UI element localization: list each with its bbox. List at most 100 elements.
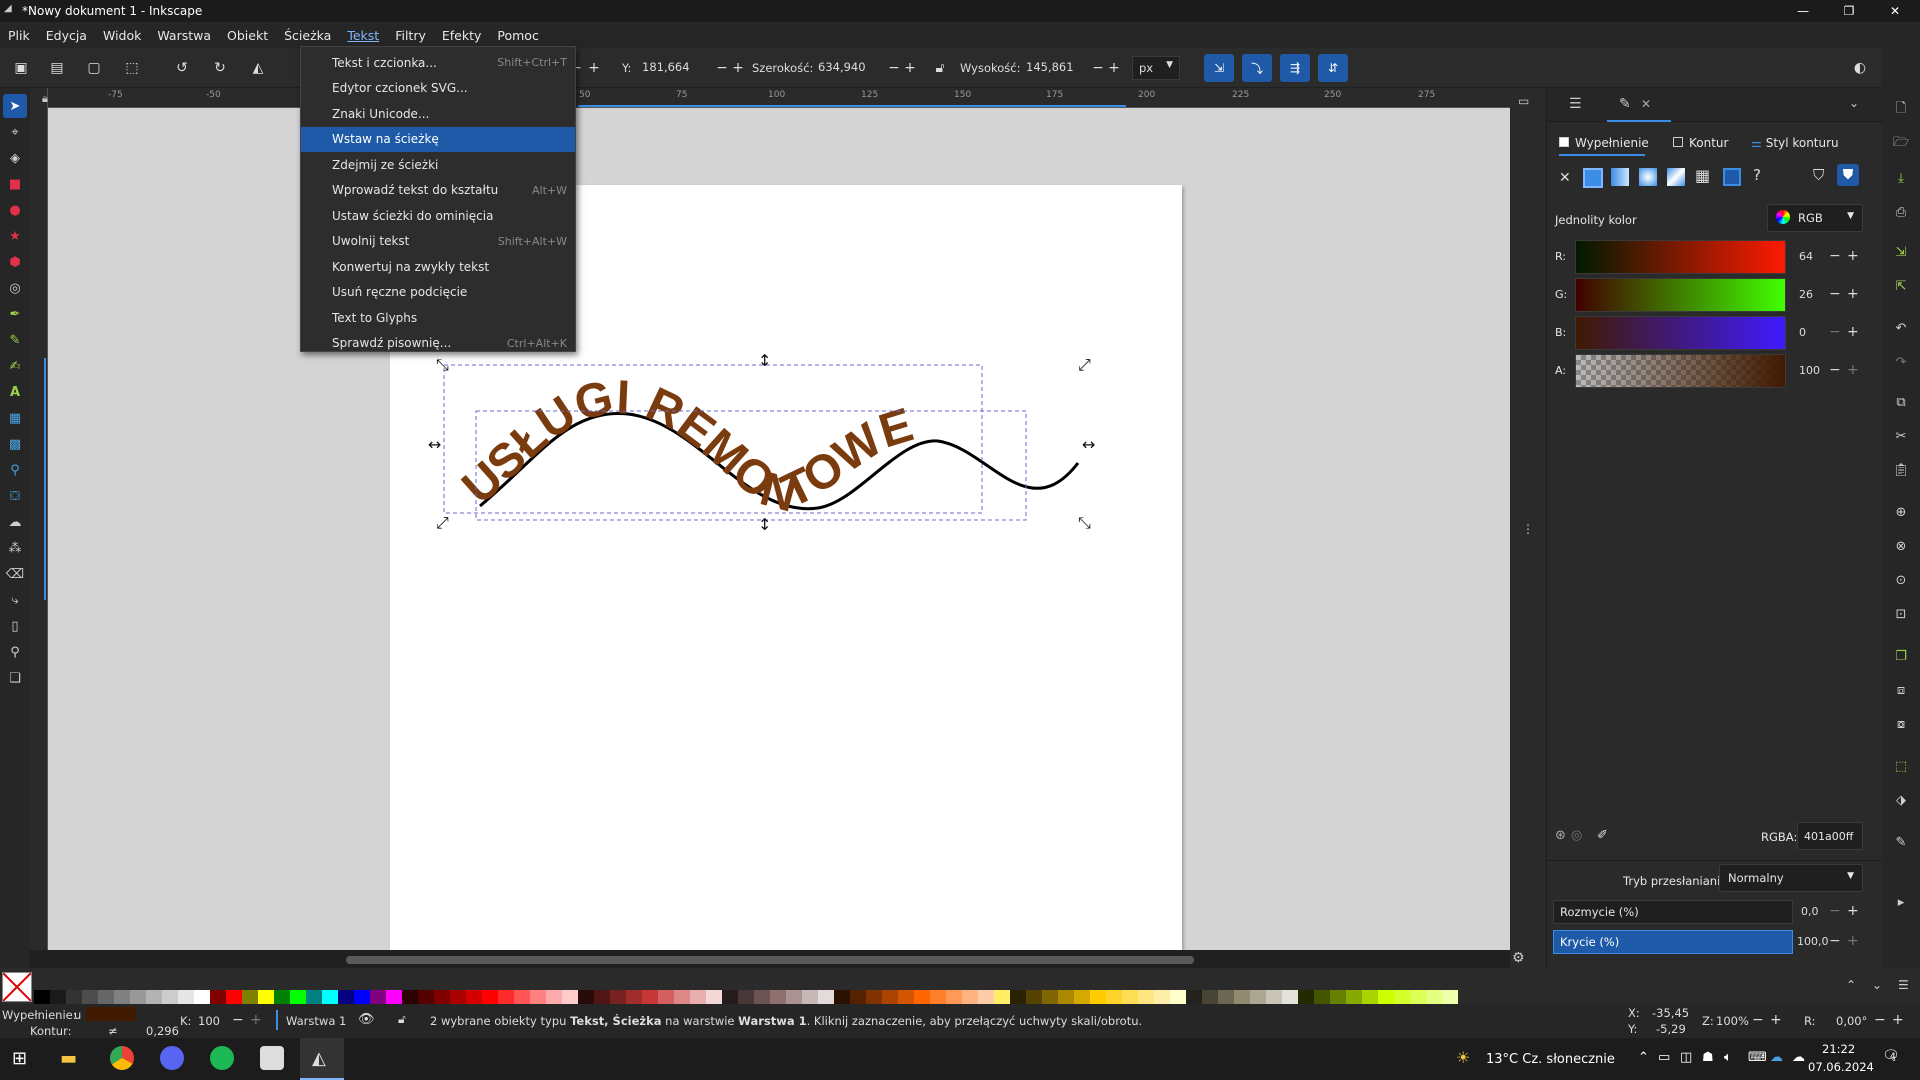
rotate-ccw-icon[interactable]: ↺ xyxy=(170,56,194,80)
lock-ratio-icon[interactable]: 🔓︎ xyxy=(928,56,952,80)
color-swatch[interactable] xyxy=(114,990,130,1004)
fill-rule-evenodd-icon[interactable]: ⛉ xyxy=(1813,166,1824,184)
current-layer[interactable]: Warstwa 1 xyxy=(286,1014,346,1028)
start-icon[interactable]: ⊞ xyxy=(12,1048,27,1069)
y-increment-button[interactable]: + xyxy=(726,56,750,80)
color-swatch[interactable] xyxy=(898,990,914,1004)
color-swatch[interactable] xyxy=(866,990,882,1004)
close-tab-icon[interactable]: ✕ xyxy=(1641,97,1651,111)
deselect-icon[interactable]: ▢ xyxy=(82,56,106,80)
color-swatch[interactable] xyxy=(1346,990,1362,1004)
color-swatch[interactable] xyxy=(994,990,1010,1004)
app-icon[interactable] xyxy=(260,1046,284,1070)
g-slider[interactable] xyxy=(1575,278,1786,312)
menu-efekty[interactable]: Efekty xyxy=(434,28,490,43)
menu-item-text-and-font[interactable]: Tekst i czcionka... Shift+Ctrl+T xyxy=(301,50,575,76)
group-icon[interactable]: ⬚ xyxy=(1889,754,1913,778)
language-icon[interactable]: ⌨ xyxy=(1748,1050,1767,1065)
open-document-icon[interactable]: 🗁︎ xyxy=(1889,132,1913,156)
rgba-field[interactable]: 401a00ff xyxy=(1797,822,1863,850)
dock-handle-icon[interactable]: ⋮ xyxy=(1522,522,1534,536)
out-of-gamut-icon[interactable]: ◎ xyxy=(1571,828,1582,843)
scale-stroke-icon[interactable]: ⇲ xyxy=(1204,54,1234,82)
menu-pomoc[interactable]: Pomoc xyxy=(489,28,546,43)
layer-visibility-icon[interactable]: 👁︎ xyxy=(358,1012,375,1027)
scale-radius-icon[interactable]: ⤵ xyxy=(1242,54,1272,82)
display-icon[interactable]: ▭ xyxy=(1658,1050,1670,1065)
k-decrement-button[interactable]: − xyxy=(232,1012,244,1028)
zoom-value[interactable]: 100% xyxy=(1716,1014,1749,1028)
shape-builder-icon[interactable]: ◈ xyxy=(3,146,27,170)
menu-warstwa[interactable]: Warstwa xyxy=(149,28,219,43)
b-decrement-button[interactable]: − xyxy=(1829,324,1841,340)
spray-tool-icon[interactable]: ⁂ xyxy=(3,536,27,560)
fill-stroke-dialog-icon[interactable]: ✎ xyxy=(1889,830,1913,854)
color-swatch[interactable] xyxy=(466,990,482,1004)
scale-handle-n[interactable]: ↕ xyxy=(758,351,771,370)
blur-increment-button[interactable]: + xyxy=(1847,903,1859,919)
color-swatch[interactable] xyxy=(1090,990,1106,1004)
fill-stroke-tab-icon[interactable]: ✎ xyxy=(1619,96,1631,112)
color-swatch[interactable] xyxy=(1170,990,1186,1004)
star-tool-icon[interactable]: ★ xyxy=(3,224,27,248)
linear-gradient-icon[interactable] xyxy=(1611,168,1629,186)
color-swatch[interactable] xyxy=(562,990,578,1004)
a-value[interactable]: 100 xyxy=(1799,364,1820,377)
color-swatch[interactable] xyxy=(610,990,626,1004)
cut-icon[interactable]: ✂ xyxy=(1889,424,1913,448)
export-icon[interactable]: ⇱ xyxy=(1889,274,1913,298)
transform-gradient-icon[interactable]: ⇶ xyxy=(1280,54,1310,82)
color-manage-icon[interactable]: ⚙ xyxy=(1512,950,1525,966)
color-swatch[interactable] xyxy=(802,990,818,1004)
horizontal-scrollbar[interactable] xyxy=(346,956,1194,964)
color-swatch[interactable] xyxy=(50,990,66,1004)
color-swatch[interactable] xyxy=(1298,990,1314,1004)
menu-item-unflow[interactable]: Uwolnij tekst Shift+Alt+W xyxy=(301,229,575,255)
scale-handle-s[interactable]: ↕ xyxy=(758,515,771,534)
scale-handle-sw[interactable]: ⤢ xyxy=(436,513,449,532)
chrome-icon[interactable] xyxy=(110,1046,134,1070)
palette-scroll-up-icon[interactable]: ⌃ xyxy=(1846,978,1856,992)
volume-icon[interactable]: 🔈︎ xyxy=(1724,1050,1732,1065)
color-swatch[interactable] xyxy=(386,990,402,1004)
scale-handle-se[interactable]: ⤡ xyxy=(1078,513,1091,532)
clock-time[interactable]: 21:22 xyxy=(1822,1042,1855,1056)
menu-item-put-on-path[interactable]: Wstaw na ścieżkę xyxy=(301,126,575,152)
tweak-tool-icon[interactable]: ☁ xyxy=(3,510,27,534)
save-icon[interactable]: ⤓ xyxy=(1889,166,1913,190)
color-swatch[interactable] xyxy=(1074,990,1090,1004)
width-field[interactable]: 634,940 xyxy=(812,56,882,80)
color-swatch[interactable] xyxy=(690,990,706,1004)
color-swatch[interactable] xyxy=(1362,990,1378,1004)
lock-guides-icon[interactable]: 🔒︎ xyxy=(42,92,48,106)
chevron-down-icon[interactable]: ⌄ xyxy=(1849,96,1859,110)
mesh-tool-icon[interactable]: ▩ xyxy=(3,432,27,456)
transform-icon[interactable]: ⬚ xyxy=(120,56,144,80)
zoom-drawing-icon[interactable]: ⊗ xyxy=(1889,534,1913,558)
zoom-selection-icon[interactable]: ⊕ xyxy=(1889,500,1913,524)
rotation-decrement-button[interactable]: − xyxy=(1874,1012,1886,1028)
color-swatch[interactable] xyxy=(1042,990,1058,1004)
duplicate-icon[interactable]: ❐ xyxy=(1889,644,1913,668)
color-swatch[interactable] xyxy=(322,990,338,1004)
color-swatch[interactable] xyxy=(1250,990,1266,1004)
color-swatch[interactable] xyxy=(482,990,498,1004)
file-explorer-icon[interactable]: ▬ xyxy=(60,1048,77,1069)
copy-icon[interactable]: ⧉ xyxy=(1889,390,1913,414)
color-swatch[interactable] xyxy=(290,990,306,1004)
color-swatch[interactable] xyxy=(306,990,322,1004)
color-swatch[interactable] xyxy=(1314,990,1330,1004)
3d-box-tool-icon[interactable]: ⬢ xyxy=(3,250,27,274)
zoom-in-button[interactable]: + xyxy=(1770,1012,1782,1028)
color-swatch[interactable] xyxy=(258,990,274,1004)
blur-value[interactable]: 0,0 xyxy=(1801,905,1819,918)
g-value[interactable]: 26 xyxy=(1799,288,1813,301)
zoom-out-button[interactable]: − xyxy=(1752,1012,1764,1028)
measure-tool-icon[interactable]: ❏ xyxy=(3,666,27,690)
ungroup-icon[interactable]: ⬗ xyxy=(1889,788,1913,812)
color-swatch[interactable] xyxy=(450,990,466,1004)
color-swatch[interactable] xyxy=(1154,990,1170,1004)
network-icon[interactable]: ☗ xyxy=(1702,1050,1714,1065)
fill-color-indicator[interactable] xyxy=(86,1007,136,1021)
scale-handle-e[interactable]: ↔ xyxy=(1082,435,1095,454)
